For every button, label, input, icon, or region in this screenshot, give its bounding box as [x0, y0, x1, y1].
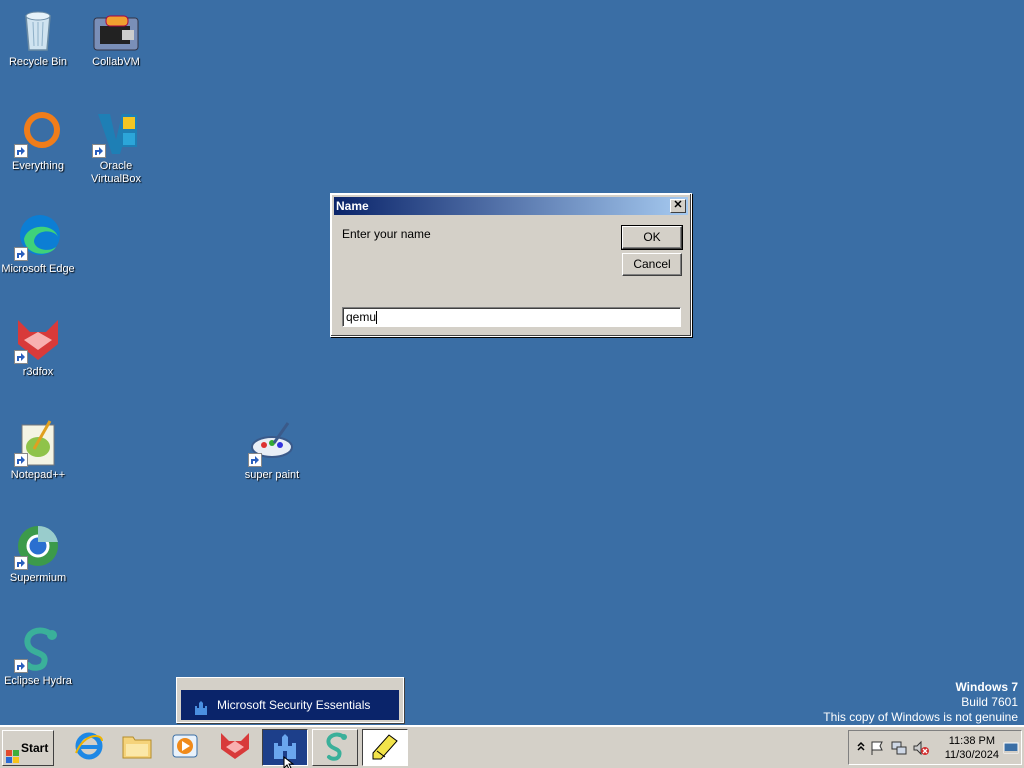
desktop-icon-oracle-virtualbox[interactable]: Oracle VirtualBox — [78, 110, 154, 186]
name-dialog: Name ✕ Enter your name OK Cancel qemu — [330, 193, 692, 337]
watermark-title: Windows 7 — [955, 680, 1018, 694]
mouse-pointer-icon — [283, 755, 295, 768]
edge-icon — [14, 213, 62, 261]
collabvm-icon — [92, 14, 140, 54]
taskbar-internet-explorer[interactable] — [66, 729, 112, 766]
network-icon[interactable] — [891, 740, 907, 756]
desktop-icon-eclipse-hydra[interactable]: Eclipse Hydra — [0, 625, 76, 688]
virtualbox-icon — [92, 110, 140, 158]
eclipse-hydra-icon — [14, 625, 62, 673]
windows-flag-icon — [6, 742, 19, 763]
taskbar-media-player[interactable] — [162, 729, 208, 766]
clock-date: 11/30/2024 — [944, 749, 999, 761]
desktop-icon-label: Supermium — [9, 572, 67, 584]
shortcut-arrow-icon — [14, 247, 28, 261]
windows-watermark: Windows 7 Build 7601 This copy of Window… — [823, 680, 1018, 725]
pencil-notepad-icon — [369, 731, 401, 764]
taskbar-thumbnail-popup[interactable]: Microsoft Security Essentials — [176, 677, 404, 723]
desktop-icon-label: Notepad++ — [10, 469, 66, 481]
desktop-icon-label: super paint — [244, 469, 300, 481]
desktop-icon-collabvm[interactable]: CollabVM — [78, 14, 154, 69]
taskbar-eclipse-hydra[interactable] — [312, 729, 358, 766]
desktop-icon-everything[interactable]: Everything — [0, 110, 76, 173]
start-label: Start — [21, 741, 49, 755]
shortcut-arrow-icon — [248, 453, 262, 467]
taskbar-security-essentials[interactable] — [262, 729, 308, 768]
internet-explorer-icon — [74, 731, 104, 764]
name-input-value: qemu — [346, 310, 377, 324]
shortcut-arrow-icon — [14, 350, 28, 364]
recycle-bin-icon — [14, 6, 62, 54]
taskbar: Start 11:38 PM 11/30/2024 — [0, 725, 1024, 768]
clock-time: 11:38 PM — [948, 735, 996, 747]
close-button[interactable]: ✕ — [670, 199, 686, 213]
shortcut-arrow-icon — [14, 453, 28, 467]
super-paint-icon — [248, 419, 296, 467]
desktop-icon-label: Eclipse Hydra — [4, 675, 72, 687]
start-button[interactable]: Start — [2, 730, 54, 766]
volume-muted-icon[interactable] — [913, 740, 929, 756]
ok-button[interactable]: OK — [621, 225, 683, 250]
desktop-icon-label: Microsoft Edge — [1, 263, 75, 275]
shortcut-arrow-icon — [14, 144, 28, 158]
desktop-icon-recycle-bin[interactable]: Recycle Bin — [0, 6, 76, 69]
text-caret — [376, 311, 378, 325]
desktop-icon-label: Everything — [12, 160, 64, 172]
r3dfox-icon — [219, 731, 251, 764]
desktop-icon-label: Recycle Bin — [8, 56, 68, 68]
action-center-flag-icon[interactable] — [869, 740, 885, 756]
desktop-icon-microsoft-edge[interactable]: Microsoft Edge — [0, 213, 76, 276]
desktop-icon-label: r3dfox — [22, 366, 54, 378]
shortcut-arrow-icon — [14, 659, 28, 673]
security-essentials-item[interactable]: Microsoft Security Essentials — [181, 690, 399, 720]
castle-icon — [193, 697, 209, 715]
desktop-icon-label: Oracle VirtualBox — [91, 160, 141, 185]
show-hidden-icons-icon[interactable] — [853, 740, 869, 756]
desktop-icon-supermium[interactable]: Supermium — [0, 522, 76, 585]
supermium-icon — [14, 522, 62, 570]
desktop-icon-notepad-plus-plus[interactable]: Notepad++ — [0, 419, 76, 482]
shortcut-arrow-icon — [92, 144, 106, 158]
watermark-genuine-notice: This copy of Windows is not genuine — [823, 710, 1018, 724]
show-desktop-icon[interactable] — [1003, 740, 1019, 756]
everything-icon — [14, 110, 62, 158]
cancel-button[interactable]: Cancel — [622, 253, 682, 276]
desktop-icon-label: CollabVM — [92, 56, 140, 68]
dialog-titlebar[interactable]: Name ✕ — [334, 197, 688, 215]
name-input[interactable]: qemu — [342, 307, 681, 327]
folder-icon — [121, 731, 153, 764]
taskbar-notepad[interactable] — [362, 729, 408, 766]
clock[interactable]: 11:38 PM 11/30/2024 — [945, 734, 999, 762]
system-tray: 11:38 PM 11/30/2024 — [848, 730, 1022, 765]
close-icon: ✕ — [673, 199, 683, 211]
shortcut-arrow-icon — [14, 556, 28, 570]
desktop-icon-r3dfox[interactable]: r3dfox — [0, 316, 76, 379]
dialog-prompt: Enter your name — [342, 227, 431, 241]
dialog-title: Name — [336, 199, 369, 213]
notepad-plus-plus-icon — [14, 419, 62, 467]
taskbar-file-explorer[interactable] — [114, 729, 160, 766]
watermark-build: Build 7601 — [961, 695, 1018, 709]
security-essentials-label: Microsoft Security Essentials — [217, 698, 371, 712]
taskbar-r3dfox[interactable] — [212, 729, 258, 766]
media-player-icon — [170, 731, 200, 764]
desktop-icon-super-paint[interactable]: super paint — [234, 419, 310, 482]
r3dfox-icon — [14, 316, 62, 364]
eclipse-hydra-icon — [320, 731, 350, 764]
